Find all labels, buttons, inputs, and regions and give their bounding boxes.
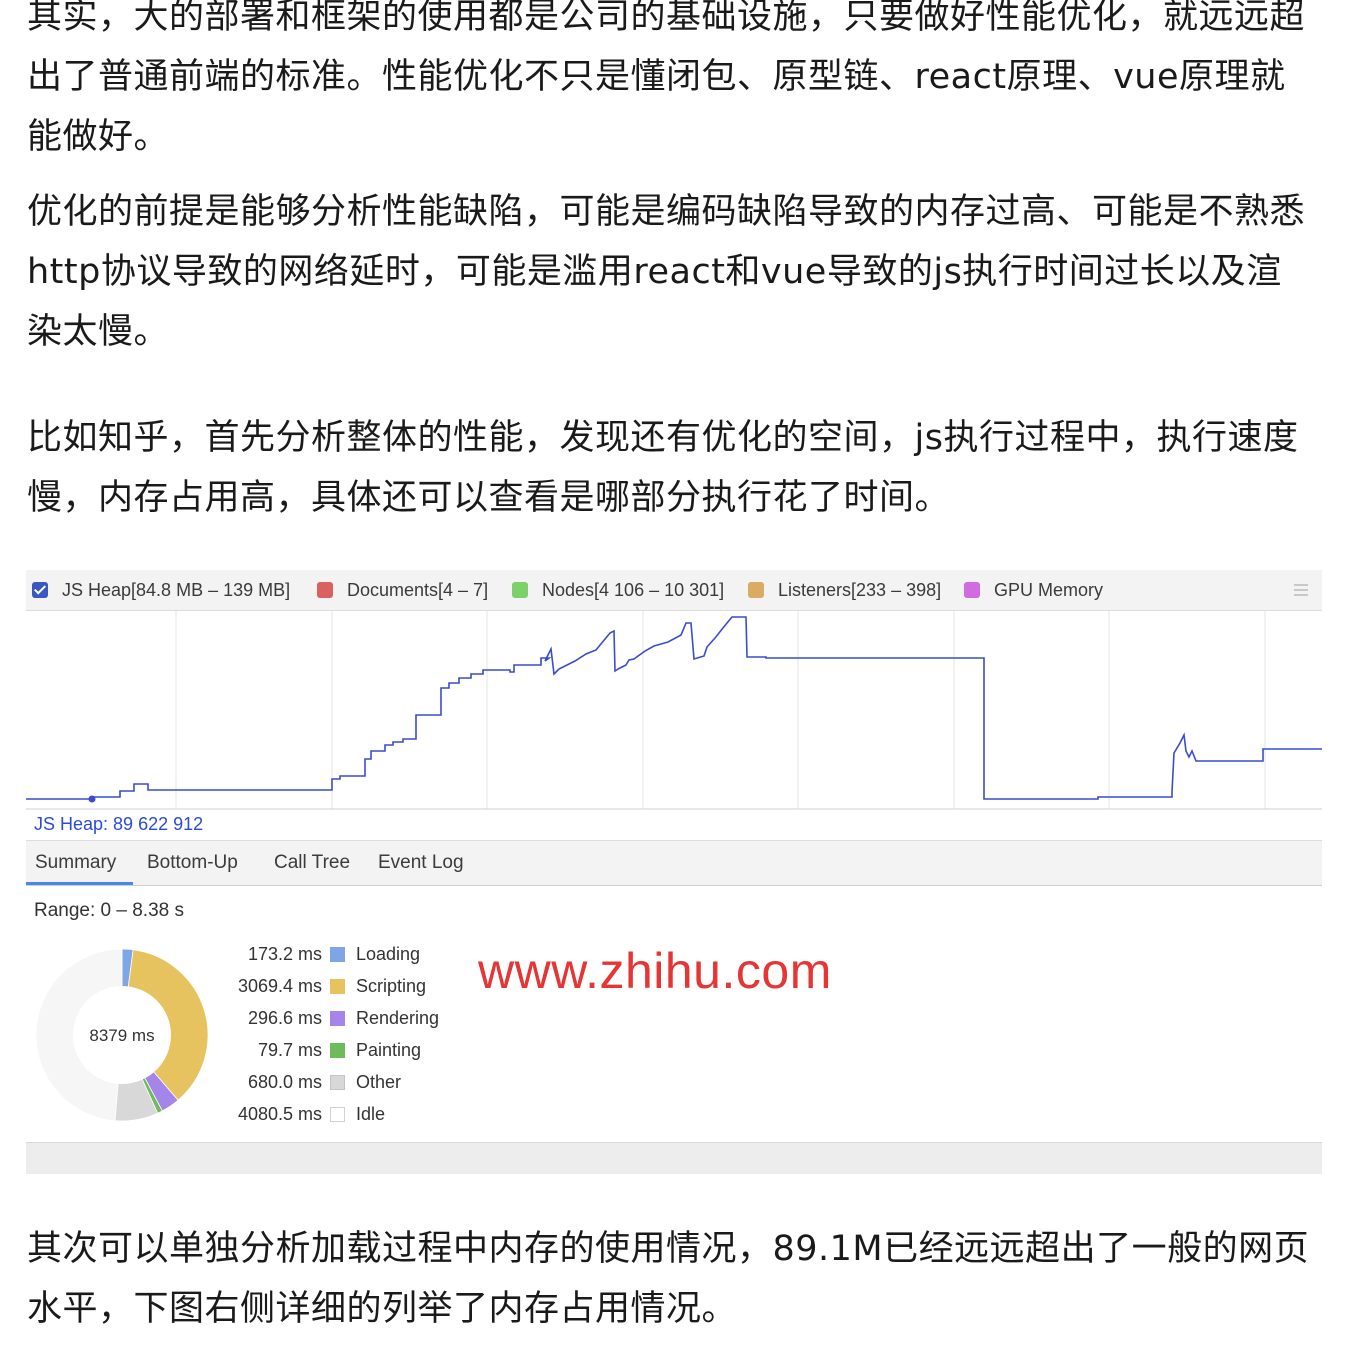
legend-label: JS Heap[84.8 MB – 139 MB] [62,579,291,600]
article-paragraph-zhihu-example: 比如知乎，首先分析整体的性能，发现还有优化的空间，js执行过程中，执行速度慢，内… [27,418,1299,518]
legend-label: GPU Memory [994,579,1104,600]
legend-js-heap[interactable]: JS Heap[84.8 MB – 139 MB] [32,579,290,601]
js-heap-chart [26,611,1322,810]
js-heap-readout: JS Heap: 89 622 912 [34,814,204,834]
memory-legend-bar: JS Heap[84.8 MB – 139 MB] Documents[4 – … [26,570,1322,611]
breakdown-value: 173.2 ms [247,944,322,964]
breakdown-value: 3069.4 ms [237,976,322,996]
checkbox-icon[interactable] [512,582,528,598]
breakdown-other: 680.0 ms Other [26,1072,506,1096]
active-tab-indicator [26,882,133,885]
time-breakdown-donut: 8379 ms [35,948,209,1122]
panel-bottom-strip [26,1142,1322,1174]
tab-bottom-up[interactable]: Bottom-Up [147,852,238,874]
range-label: Range: 0 – 8.38 s [34,900,184,921]
article-paragraph-intro: 其实，大的部署和框架的使用都是公司的基础设施，只要做好性能优化，就远远超出了普通… [27,0,1306,157]
breakdown-value: 79.7 ms [257,1040,322,1060]
details-tab-bar: Summary Bottom-Up Call Tree Event Log [26,840,1322,886]
checkbox-icon[interactable] [317,582,333,598]
color-swatch [330,979,345,994]
breakdown-idle: 4080.5 ms Idle [26,1104,506,1128]
breakdown-value: 4080.5 ms [237,1104,322,1124]
legend-listeners[interactable]: Listeners[233 – 398] [748,579,941,601]
heap-marker [88,795,96,803]
article-paragraph-analysis: 优化的前提是能够分析性能缺陷，可能是编码缺陷导致的内存过高、可能是不熟悉http… [27,192,1306,352]
tab-event-log[interactable]: Event Log [378,852,464,874]
devtools-performance-screenshot: JS Heap[84.8 MB – 139 MB] Documents[4 – … [26,570,1322,1174]
article-paragraph-memory: 其次可以单独分析加载过程中内存的使用情况，89.1M已经远远超出了一般的网页水平… [27,1229,1310,1329]
breakdown-label: Other [356,1072,402,1092]
tab-summary[interactable]: Summary [35,852,116,874]
breakdown-label: Rendering [356,1008,440,1028]
breakdown-label: Painting [356,1040,422,1060]
legend-label: Listeners[233 – 398] [778,579,942,600]
zhihu-watermark: www.zhihu.com [478,943,832,999]
legend-label: Documents[4 – 7] [347,579,489,600]
checkbox-icon[interactable] [964,582,980,598]
color-swatch [330,1075,345,1090]
legend-nodes[interactable]: Nodes[4 106 – 10 301] [512,579,724,601]
checkbox-icon[interactable] [748,582,764,598]
color-swatch [330,1011,345,1026]
menu-icon[interactable] [1294,584,1308,599]
breakdown-loading: 173.2 ms Loading [26,944,506,968]
tab-call-tree[interactable]: Call Tree [274,852,350,874]
checkbox-icon[interactable] [32,582,48,598]
color-swatch [330,1043,345,1058]
legend-documents[interactable]: Documents[4 – 7] [317,579,488,601]
breakdown-label: Scripting [356,976,427,996]
breakdown-rendering: 296.6 ms Rendering [26,1008,506,1032]
legend-label: Nodes[4 106 – 10 301] [542,579,725,600]
color-swatch [330,947,345,962]
breakdown-value: 680.0 ms [247,1072,322,1092]
color-swatch [330,1107,345,1122]
breakdown-label: Loading [356,944,421,964]
breakdown-value: 296.6 ms [247,1008,322,1028]
breakdown-label: Idle [356,1104,386,1124]
legend-gpu-memory[interactable]: GPU Memory [964,579,1103,601]
breakdown-scripting: 3069.4 ms Scripting [26,976,506,1000]
breakdown-painting: 79.7 ms Painting [26,1040,506,1064]
js-heap-line [26,616,1322,800]
